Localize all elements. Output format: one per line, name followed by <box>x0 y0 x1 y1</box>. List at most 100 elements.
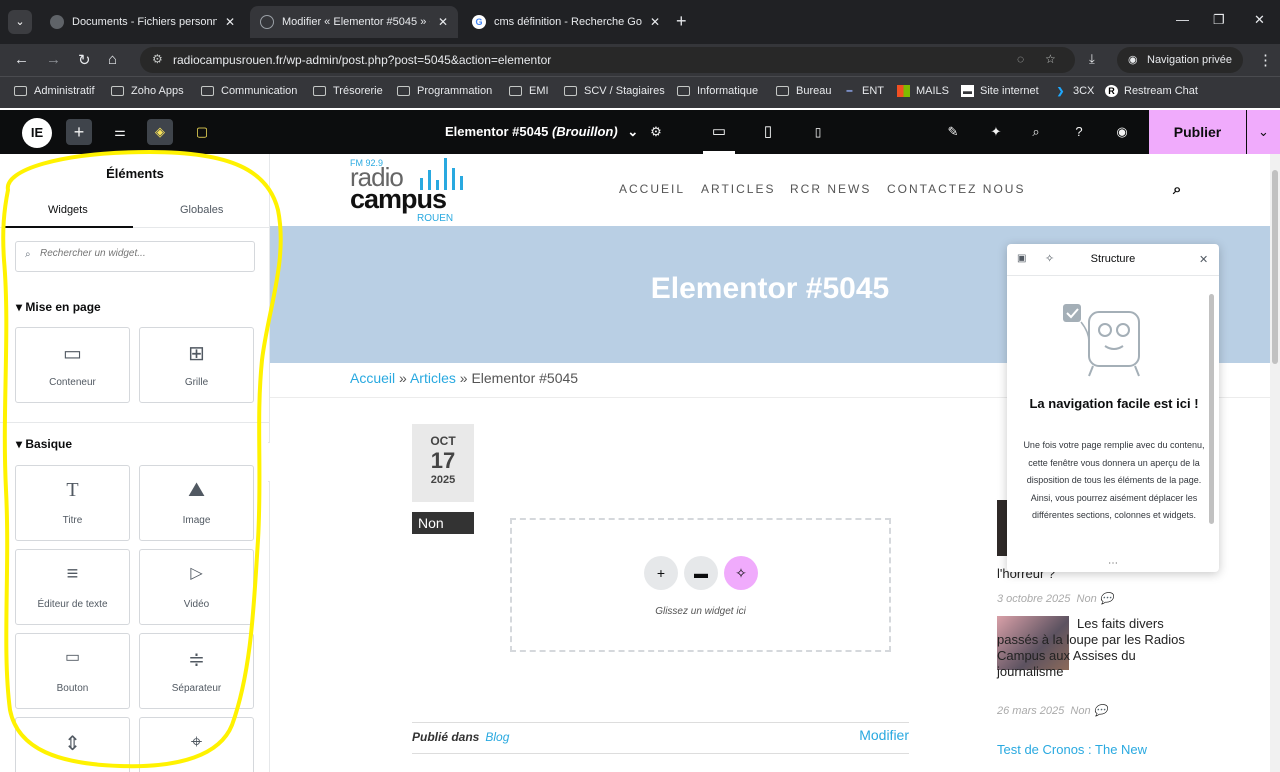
site-settings-icon[interactable]: ⚙ <box>152 52 163 66</box>
widget-search-input[interactable] <box>40 248 245 259</box>
nav-accueil[interactable]: ACCUEIL <box>619 182 685 196</box>
container-icon: ▭ <box>63 343 82 365</box>
close-icon[interactable]: ✕ <box>1199 253 1208 266</box>
bookmark-link[interactable]: R Restream Chat <box>1105 85 1198 97</box>
mobile-device-icon[interactable]: ▯ <box>802 116 834 154</box>
bookmark-folder[interactable]: SCV / Stagiaires <box>564 85 665 97</box>
category-basique[interactable]: ▾ Basique <box>16 437 72 451</box>
add-section-plus-icon[interactable]: + <box>644 556 678 590</box>
browser-tab[interactable]: G cms définition - Recherche Goo ✕ <box>462 6 670 38</box>
browser-tab[interactable]: Documents - Fichiers personnel ✕ <box>40 6 245 38</box>
widget-google-maps[interactable]: ⌖ <box>139 717 254 772</box>
ai-sparkle-icon[interactable]: ✧ <box>724 556 758 590</box>
elementor-logo-icon[interactable]: IE <box>22 118 52 148</box>
widget-separateur[interactable]: ≑ Séparateur <box>139 633 254 709</box>
help-icon[interactable]: ? <box>1066 119 1092 145</box>
widget-titre[interactable]: T Titre <box>15 465 130 541</box>
preview-eye-icon[interactable]: ◉ <box>1109 119 1135 145</box>
bookmark-folder[interactable]: Zoho Apps <box>111 85 184 97</box>
page-settings-gear-icon[interactable]: ⚙ <box>643 119 669 145</box>
widget-drop-zone[interactable]: + ▬ ✧ Glissez un widget ici <box>510 518 891 652</box>
microsoft-icon <box>897 85 910 97</box>
tab-label: Modifier « Elementor #5045 » ‹ <box>282 16 430 28</box>
bookmark-link[interactable]: ━ ENT <box>843 85 884 97</box>
site-settings-icon[interactable]: ⚌ <box>107 119 133 145</box>
star-icon[interactable]: ☆ <box>1045 52 1056 66</box>
bookmark-folder[interactable]: Trésorerie <box>313 85 383 97</box>
download-icon[interactable]: ⤓ <box>1089 51 1095 67</box>
scrollbar-thumb[interactable] <box>1209 294 1214 524</box>
category-badge[interactable]: Non <box>412 512 474 534</box>
3cx-icon: ❯ <box>1056 86 1065 96</box>
omnibox[interactable]: ⚙ radiocampusrouen.fr/wp-admin/post.php?… <box>140 47 1075 73</box>
category-blog-link[interactable]: Blog <box>485 730 509 744</box>
paint-brush-icon[interactable]: ✎ <box>940 119 966 145</box>
widget-espaceur[interactable]: ⇕ <box>15 717 130 772</box>
widget-bouton[interactable]: ▭ Bouton <box>15 633 130 709</box>
document-title[interactable]: Elementor #5045 (Brouillon) ⌄ <box>445 124 638 140</box>
breadcrumb-articles-link[interactable]: Articles <box>410 370 456 386</box>
url-text[interactable]: radiocampusrouen.fr/wp-admin/post.php?po… <box>173 53 551 67</box>
nav-articles[interactable]: ARTICLES <box>701 182 775 196</box>
bookmark-folder[interactable]: EMI <box>509 85 549 97</box>
post-title-link[interactable]: Test de Cronos : The New <box>997 742 1197 757</box>
ai-rocket-icon[interactable]: ✦ <box>983 119 1009 145</box>
bookmark-folder[interactable]: Bureau <box>776 85 831 97</box>
forward-icon[interactable]: → <box>46 51 61 68</box>
widget-video[interactable]: ▷ Vidéo <box>139 549 254 625</box>
eye-off-icon[interactable]: ◌ <box>1017 52 1024 66</box>
bookmark-folder[interactable]: Programmation <box>397 85 492 97</box>
nav-rcr-news[interactable]: RCR NEWS <box>790 182 871 196</box>
reload-icon[interactable]: ↻ <box>78 51 91 69</box>
widget-grille[interactable]: ⊞ Grille <box>139 327 254 403</box>
canvas-scrollbar[interactable] <box>1270 154 1280 772</box>
edit-post-link[interactable]: Modifier <box>859 727 909 743</box>
folder-icon <box>677 86 690 96</box>
tab-widgets[interactable]: Widgets <box>48 204 88 216</box>
bookmark-link[interactable]: ❯ 3CX <box>1054 85 1095 97</box>
close-icon[interactable]: ✕ <box>438 15 448 29</box>
bookmark-folder[interactable]: Informatique <box>677 85 758 97</box>
resize-handle-icon[interactable]: ⋯ <box>1007 559 1219 569</box>
tablet-device-icon[interactable]: ▯ <box>752 116 784 154</box>
close-icon[interactable]: ✕ <box>225 15 235 29</box>
new-tab-icon[interactable]: + <box>676 11 687 32</box>
bookmark-link[interactable]: ▬ Site internet <box>961 85 1039 97</box>
scrollbar-thumb[interactable] <box>1272 170 1278 364</box>
breadcrumb-home-link[interactable]: Accueil <box>350 370 395 386</box>
category-label: Basique <box>25 437 73 451</box>
window-close-icon[interactable]: ✕ <box>1254 12 1265 28</box>
browser-tab-active[interactable]: Modifier « Elementor #5045 » ‹ ✕ <box>250 6 458 38</box>
add-template-folder-icon[interactable]: ▬ <box>684 556 718 590</box>
structure-scrollbar[interactable] <box>1208 282 1215 558</box>
search-icon[interactable]: ⌕ <box>1023 119 1049 145</box>
widget-editeur-de-texte[interactable]: ≡ Éditeur de texte <box>15 549 130 625</box>
tab-search-button[interactable]: ⌄ <box>8 10 32 34</box>
notes-icon[interactable]: ▢ <box>189 119 215 145</box>
bookmark-folder[interactable]: Administratif <box>14 85 95 97</box>
nav-contactez-nous[interactable]: CONTACTEZ NOUS <box>887 182 1025 196</box>
structure-layers-icon[interactable]: ◈ <box>147 119 173 145</box>
home-icon[interactable]: ⌂ <box>108 51 117 68</box>
post-thumbnail[interactable] <box>997 500 1007 556</box>
widget-image[interactable]: ⛰ Image <box>139 465 254 541</box>
post-title[interactable]: Les faits divers passés à la loupe par l… <box>997 616 1185 680</box>
desktop-device-icon[interactable]: ▭ <box>703 116 735 154</box>
site-search-icon[interactable]: ⌕ <box>1173 181 1181 198</box>
site-logo[interactable]: FM 92.9 radio campus ROUEN <box>350 156 470 228</box>
publish-button[interactable]: Publier <box>1149 110 1246 154</box>
menu-dots-icon[interactable]: ⋮ <box>1258 51 1273 69</box>
add-element-icon[interactable]: + <box>66 119 92 145</box>
close-icon[interactable]: ✕ <box>650 15 660 29</box>
category-mise-en-page[interactable]: ▾ Mise en page <box>16 300 101 314</box>
minimize-icon[interactable]: — <box>1176 12 1189 27</box>
widget-search-box[interactable]: ⌕ <box>15 241 255 272</box>
private-browsing-badge[interactable]: ◉ Navigation privée <box>1117 47 1243 73</box>
back-icon[interactable]: ← <box>14 51 29 68</box>
publish-options-chevron-icon[interactable]: ⌄ <box>1247 110 1280 154</box>
bookmark-link[interactable]: MAILS <box>897 85 949 97</box>
widget-conteneur[interactable]: ▭ Conteneur <box>15 327 130 403</box>
bookmark-folder[interactable]: Communication <box>201 85 297 97</box>
tab-globales[interactable]: Globales <box>180 204 223 216</box>
restore-icon[interactable]: ❐ <box>1213 12 1225 28</box>
